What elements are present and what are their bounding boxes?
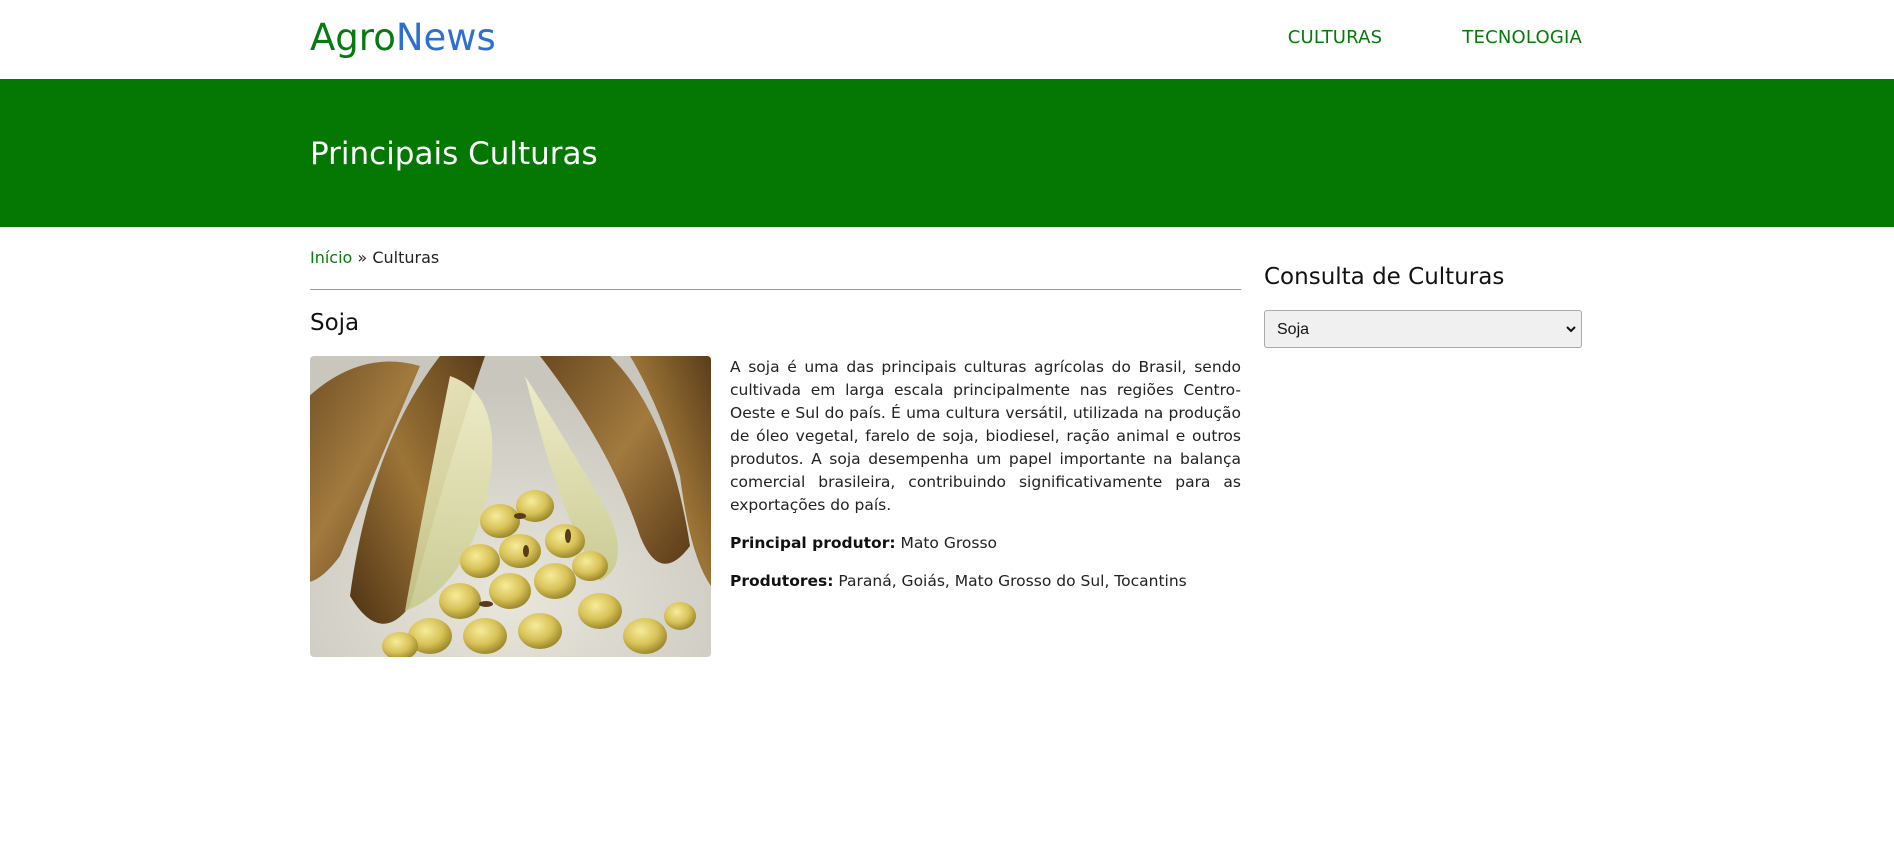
page-title: Principais Culturas: [310, 136, 598, 172]
breadcrumb-separator: »: [352, 248, 373, 267]
logo-part-news: News: [395, 16, 496, 59]
breadcrumb: Início » Culturas: [310, 247, 439, 269]
main-producer: Principal produtor: Mato Grosso: [730, 532, 997, 554]
producers-label: Produtores:: [730, 572, 834, 590]
sidebar-title: Consulta de Culturas: [1264, 264, 1505, 290]
breadcrumb-current: Culturas: [372, 248, 440, 267]
producers: Produtores: Paraná, Goiás, Mato Grosso d…: [730, 570, 1187, 592]
crop-title: Soja: [310, 310, 360, 336]
crop-description: A soja é uma das principais culturas agr…: [730, 358, 1241, 514]
site-header: AgroNews CULTURAS TECNOLOGIA: [0, 0, 1894, 79]
logo-part-agro: Agro: [310, 16, 396, 59]
nav-item-tecnologia[interactable]: TECNOLOGIA: [1462, 26, 1582, 50]
crop-select-value: Soja: [1277, 321, 1310, 338]
chevron-down-icon: [1564, 320, 1578, 338]
nav-item-culturas[interactable]: CULTURAS: [1288, 26, 1383, 50]
producers-value: Paraná, Goiás, Mato Grosso do Sul, Tocan…: [838, 572, 1187, 590]
crop-select[interactable]: Soja: [1264, 310, 1582, 348]
site-logo[interactable]: AgroNews: [310, 16, 496, 60]
main-producer-label: Principal produtor:: [730, 534, 896, 552]
soybean-image: [310, 356, 711, 657]
page-banner: Principais Culturas: [0, 79, 1894, 227]
main-nav: CULTURAS TECNOLOGIA: [1288, 26, 1582, 50]
divider: [310, 289, 1241, 290]
main-producer-value: Mato Grosso: [900, 534, 998, 552]
breadcrumb-home-link[interactable]: Início: [310, 248, 352, 267]
